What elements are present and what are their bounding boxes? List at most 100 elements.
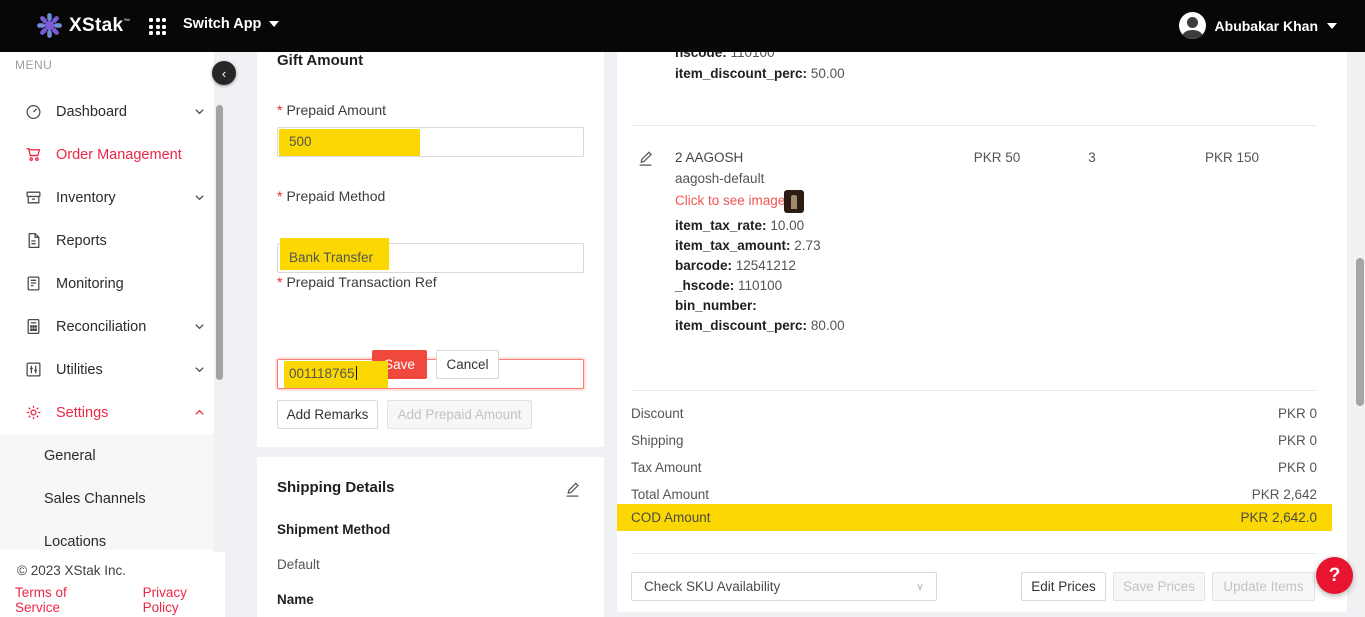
prepaid-txn-ref-label: *Prepaid Transaction Ref <box>277 274 437 290</box>
check-sku-availability-select[interactable]: Check SKU Availability ∨ <box>631 572 937 601</box>
apps-grid-icon[interactable] <box>149 18 166 35</box>
shipment-method-value: Default <box>277 557 320 572</box>
sidebar-item-dashboard[interactable]: Dashboard <box>0 90 225 133</box>
required-marker: * <box>277 188 282 204</box>
order-items-card: hscode: 110100 item_discount_perc: 50.00… <box>617 40 1347 612</box>
prepaid-txn-ref-input[interactable]: 001118765 <box>277 359 584 389</box>
reports-icon <box>25 232 42 249</box>
user-menu[interactable]: Abubakar Khan <box>1179 12 1337 39</box>
product-image <box>791 195 797 209</box>
item-sku: aagosh-default <box>675 171 764 186</box>
edit-prices-button[interactable]: Edit Prices <box>1021 572 1106 601</box>
edit-shipping-icon[interactable] <box>564 481 581 498</box>
chevron-down-icon <box>194 192 205 203</box>
app-switcher-label: Switch App <box>183 16 261 32</box>
shipping-details-title: Shipping Details <box>277 479 395 496</box>
sidebar-scrollbar-thumb[interactable] <box>216 105 223 380</box>
item-qty: 3 <box>1067 150 1117 165</box>
sidebar-item-locations[interactable]: Locations <box>0 520 225 550</box>
avatar <box>1179 12 1206 39</box>
name-label: Name <box>277 592 314 607</box>
item-unit-price: PKR 50 <box>947 150 1047 165</box>
cart-icon <box>25 146 42 163</box>
gift-amount-title: Gift Amount <box>277 52 363 69</box>
page-scrollbar-thumb[interactable] <box>1356 258 1364 406</box>
add-remarks-button[interactable]: Add Remarks <box>277 400 378 429</box>
see-image-link[interactable]: Click to see image <box>675 193 785 208</box>
chevron-down-icon <box>1327 23 1337 29</box>
edit-item-icon[interactable] <box>637 150 654 167</box>
prepaid-method-input[interactable]: Bank Transfer <box>277 243 584 273</box>
privacy-policy-link[interactable]: Privacy Policy <box>143 585 225 615</box>
required-marker: * <box>277 102 282 118</box>
app-switcher[interactable]: Switch App <box>183 16 279 32</box>
monitoring-icon <box>25 275 42 292</box>
total-row-cod: COD AmountPKR 2,642.0 <box>617 504 1347 531</box>
chevron-up-icon <box>194 407 205 418</box>
sidebar-nav: Dashboard Order Management Inventory Rep… <box>0 90 225 434</box>
sidebar-item-reports[interactable]: Reports <box>0 219 225 262</box>
prepaid-txn-ref-value: 001118765 <box>278 360 583 388</box>
inventory-icon <box>25 189 42 206</box>
total-row-shipping: ShippingPKR 0 <box>617 427 1347 454</box>
divider <box>631 553 1317 554</box>
prepaid-method-label: *Prepaid Method <box>277 188 385 204</box>
prepaid-amount-value: 500 <box>278 128 583 156</box>
shipment-method-label: Shipment Method <box>277 522 390 537</box>
sku-select-value: Check SKU Availability <box>644 579 780 594</box>
item-field: _hscode: 110100 <box>675 276 845 296</box>
item-field: item_discount_perc: 80.00 <box>675 316 845 336</box>
utilities-icon <box>25 361 42 378</box>
chevron-down-icon <box>194 364 205 375</box>
divider <box>631 390 1317 391</box>
item-field: item_tax_rate: 10.00 <box>675 216 845 236</box>
settings-submenu: General Sales Channels Locations <box>0 434 225 550</box>
total-row-tax: Tax AmountPKR 0 <box>617 454 1347 481</box>
top-navbar: XStak™ Switch App Abubakar Khan <box>0 0 1365 52</box>
help-button[interactable]: ? <box>1316 557 1353 594</box>
xstak-logo: XStak™ <box>36 12 131 39</box>
sidebar-item-utilities[interactable]: Utilities <box>0 348 225 391</box>
item-field: item_tax_amount: 2.73 <box>675 236 845 256</box>
gift-amount-card: Gift Amount *Prepaid Amount 500 *Prepaid… <box>257 40 604 447</box>
item-qty-name: 2 AAGOSH <box>675 150 743 165</box>
sidebar-item-general[interactable]: General <box>0 434 225 477</box>
copyright-text: © 2023 XStak Inc. <box>17 563 126 578</box>
item-field: bin_number: <box>675 296 845 316</box>
update-items-button[interactable]: Update Items <box>1212 572 1315 601</box>
xstak-logo-icon <box>36 12 63 39</box>
shipping-details-card: Shipping Details Shipment Method Default… <box>257 457 604 617</box>
user-name: Abubakar Khan <box>1215 18 1318 34</box>
sidebar-item-reconciliation[interactable]: Reconciliation <box>0 305 225 348</box>
brand-name: XStak™ <box>69 15 131 37</box>
terms-of-service-link[interactable]: Terms of Service <box>15 585 114 615</box>
prev-item-field: item_discount_perc: 50.00 <box>675 64 845 84</box>
sidebar-collapse-button[interactable]: ‹ <box>212 61 236 85</box>
sidebar-item-settings[interactable]: Settings <box>0 391 225 434</box>
sidebar-item-monitoring[interactable]: Monitoring <box>0 262 225 305</box>
item-field: barcode: 12541212 <box>675 256 845 276</box>
sidebar-footer: © 2023 XStak Inc. Terms of Service Priva… <box>0 553 225 617</box>
chevron-down-icon <box>269 21 279 27</box>
chevron-down-icon <box>194 321 205 332</box>
text-caret <box>356 366 358 380</box>
prepaid-amount-input[interactable]: 500 <box>277 127 584 157</box>
brand-trademark: ™ <box>123 18 130 25</box>
sidebar: MENU Dashboard Order Management Inventor… <box>0 52 225 617</box>
sidebar-item-sales-channels[interactable]: Sales Channels <box>0 477 225 520</box>
sidebar-item-inventory[interactable]: Inventory <box>0 176 225 219</box>
save-prices-button[interactable]: Save Prices <box>1113 572 1205 601</box>
item-fields-list: item_tax_rate: 10.00 item_tax_amount: 2.… <box>675 216 845 336</box>
chevron-down-icon: ∨ <box>916 580 924 593</box>
add-prepaid-amount-button[interactable]: Add Prepaid Amount <box>387 400 532 429</box>
sidebar-item-order-management[interactable]: Order Management <box>0 133 225 176</box>
menu-section-label: MENU <box>15 58 52 72</box>
item-total: PKR 150 <box>1177 150 1287 165</box>
prepaid-amount-label: *Prepaid Amount <box>277 102 386 118</box>
gear-icon <box>25 404 42 421</box>
total-row-discount: DiscountPKR 0 <box>617 400 1347 427</box>
divider <box>631 125 1317 126</box>
required-marker: * <box>277 274 282 290</box>
product-thumbnail[interactable] <box>784 190 804 213</box>
prepaid-method-value: Bank Transfer <box>278 244 583 272</box>
